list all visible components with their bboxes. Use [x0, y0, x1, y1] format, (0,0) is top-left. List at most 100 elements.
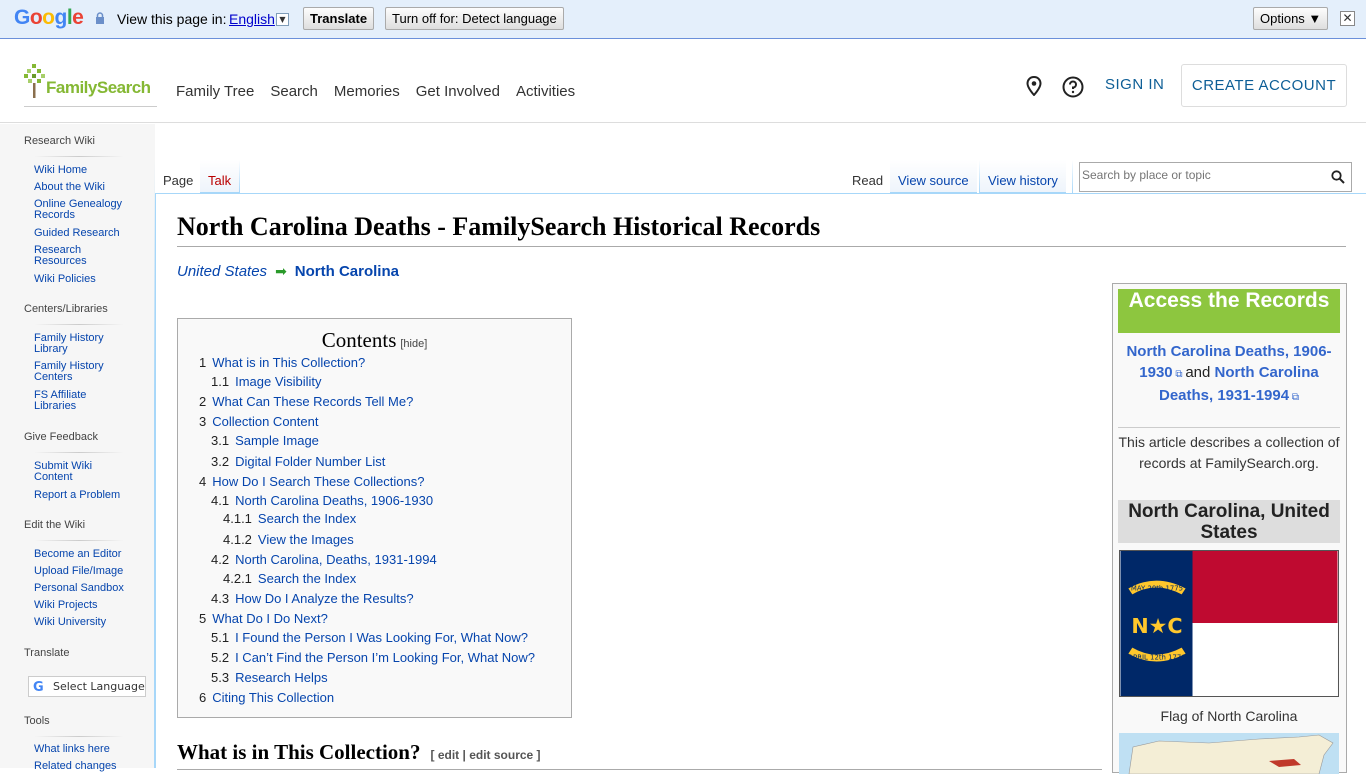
toc-label: I Found the Person I Was Looking For, Wh…: [235, 630, 528, 645]
toc-item[interactable]: 2 What Can These Records Tell Me?: [199, 394, 413, 409]
toc-label: How Do I Analyze the Results?: [235, 591, 414, 606]
location-pin-icon[interactable]: [1026, 76, 1042, 96]
toc-num: 5.1: [211, 630, 230, 645]
sidebar-item-fh-library[interactable]: Family History Library: [34, 333, 114, 355]
toc-title: Contents: [321, 328, 397, 352]
toc-item[interactable]: 6 Citing This Collection: [199, 690, 334, 705]
toc-item[interactable]: 4.2.1 Search the Index: [223, 571, 356, 586]
toc-label: Sample Image: [235, 433, 319, 448]
toc-label: What Can These Records Tell Me?: [212, 394, 414, 409]
flag-date-top: MAY 20th 1775: [1131, 584, 1183, 592]
main-nav: Family Tree Search Memories Get Involved Act…: [176, 83, 591, 100]
tab-separator: [239, 160, 240, 193]
sidebar-item-wiki-projects[interactable]: Wiki Projects: [34, 600, 146, 611]
divider: [34, 324, 124, 325]
sidebar-item-related-changes[interactable]: Related changes: [34, 761, 146, 772]
search-icon[interactable]: [1331, 170, 1345, 184]
tab-page[interactable]: Page: [155, 160, 202, 193]
toc-num: 3: [199, 414, 207, 429]
toc-item[interactable]: 4 How Do I Search These Collections?: [199, 474, 424, 489]
toc-hide-toggle[interactable]: [hide]: [400, 338, 427, 350]
toc-item[interactable]: 3 Collection Content: [199, 414, 318, 429]
toc-num: 3.1: [211, 433, 230, 448]
toc-heading: Contents [hide]: [178, 328, 571, 353]
toc-label: Research Helps: [235, 670, 328, 685]
sidebar-item-wiki-home[interactable]: Wiki Home: [34, 165, 146, 176]
toc-item[interactable]: 4.1.2 View the Images: [223, 532, 354, 547]
toc-item[interactable]: 4.2 North Carolina, Deaths, 1931-1994: [211, 552, 437, 567]
toc-item[interactable]: 5 What Do I Do Next?: [199, 611, 328, 626]
sidebar-item-about-wiki[interactable]: About the Wiki: [34, 182, 146, 193]
toc-num: 4.2.1: [223, 571, 252, 586]
sidebar-item-submit-content[interactable]: Submit Wiki Content: [34, 461, 114, 483]
select-language-dropdown[interactable]: G Select Language: [28, 676, 146, 697]
sidebar-item-affiliate-libraries[interactable]: FS Affiliate Libraries: [34, 390, 114, 412]
sidebar-item-wiki-university[interactable]: Wiki University: [34, 617, 146, 628]
breadcrumb-parent-link[interactable]: United States: [177, 263, 267, 280]
toc-num: 6: [199, 690, 207, 705]
toc-item[interactable]: 5.3 Research Helps: [211, 670, 328, 685]
section-edit-links[interactable]: [ edit | edit source ]: [431, 748, 541, 762]
nav-memories[interactable]: Memories: [334, 83, 400, 100]
help-icon[interactable]: [1062, 76, 1084, 98]
sidebar-item-fh-centers[interactable]: Family History Centers: [34, 361, 114, 383]
divider: [1118, 427, 1340, 428]
nav-search[interactable]: Search: [270, 83, 318, 100]
tab-view-source[interactable]: View source: [890, 160, 977, 193]
search-input[interactable]: [1082, 168, 1322, 182]
sidebar-item-personal-sandbox[interactable]: Personal Sandbox: [34, 583, 146, 594]
record-links: North Carolina Deaths, 1906-1930 ⧉ and N…: [1118, 341, 1340, 408]
toc-item[interactable]: 4.1.1 Search the Index: [223, 511, 356, 526]
toc-label: North Carolina, Deaths, 1931-1994: [235, 552, 437, 567]
toc-item[interactable]: 4.1 North Carolina Deaths, 1906-1930: [211, 493, 433, 508]
close-icon[interactable]: ✕: [1340, 11, 1355, 26]
nav-family-tree[interactable]: Family Tree: [176, 83, 254, 100]
sidebar-item-wiki-policies[interactable]: Wiki Policies: [34, 274, 146, 285]
flag-letters: N★C: [1131, 614, 1182, 638]
toc-item[interactable]: 1 What is in This Collection?: [199, 355, 365, 370]
toc-item[interactable]: 5.1 I Found the Person I Was Looking For,…: [211, 630, 528, 645]
toc-label: North Carolina Deaths, 1906-1930: [235, 493, 434, 508]
page-title: North Carolina Deaths - FamilySearch His…: [177, 212, 1346, 247]
toc-num: 4.1.1: [223, 511, 252, 526]
toc-item[interactable]: 3.1 Sample Image: [211, 433, 319, 448]
north-carolina-flag-image[interactable]: MAY 20th 1775 N★C APRIL 12th 1776: [1119, 550, 1339, 697]
nav-activities[interactable]: Activities: [516, 83, 575, 100]
toc-item[interactable]: 5.2 I Can’t Find the Person I’m Looking F…: [211, 650, 535, 665]
language-dropdown-icon[interactable]: ▼: [276, 13, 289, 26]
tab-talk[interactable]: Talk: [200, 160, 240, 193]
sign-in-link[interactable]: SIGN IN: [1105, 76, 1164, 93]
sidebar-item-guided-research[interactable]: Guided Research: [34, 228, 146, 239]
toc-item[interactable]: 1.1 Image Visibility: [211, 374, 322, 389]
google-logo: Google: [14, 6, 84, 29]
sidebar-item-report-problem[interactable]: Report a Problem: [34, 490, 146, 501]
translate-button[interactable]: Translate: [303, 7, 375, 30]
flag-date-bottom: APRIL 12th 1776: [1128, 654, 1185, 662]
turn-off-button[interactable]: Turn off for: Detect language: [385, 7, 564, 30]
sidebar-item-research-resources[interactable]: Research Resources: [34, 245, 104, 267]
sidebar-item-upload-file[interactable]: Upload File/Image: [34, 566, 146, 577]
sidebar-item-become-editor[interactable]: Become an Editor: [34, 549, 146, 560]
breadcrumb-current-link[interactable]: North Carolina: [295, 263, 399, 280]
language-link[interactable]: English: [229, 11, 275, 27]
toc-num: 3.2: [211, 454, 230, 469]
and-text: and: [1185, 364, 1211, 381]
sidebar-item-what-links-here[interactable]: What links here: [34, 744, 146, 755]
toc-label: Collection Content: [212, 414, 319, 429]
sidebar-item-online-genealogy[interactable]: Online Genealogy Records: [34, 199, 134, 221]
toc-item[interactable]: 4.3 How Do I Analyze the Results?: [211, 591, 414, 606]
toc-item[interactable]: 3.2 Digital Folder Number List: [211, 454, 385, 469]
create-account-button[interactable]: CREATE ACCOUNT: [1181, 64, 1347, 107]
site-header: FamilySearch Family Tree Search Memories Ge…: [0, 40, 1366, 123]
access-records-heading: Access the Records: [1118, 289, 1340, 333]
toc-label: Search the Index: [257, 571, 357, 586]
tab-view-history[interactable]: View history: [980, 160, 1066, 193]
toc-num: 2: [199, 394, 207, 409]
nav-get-involved[interactable]: Get Involved: [416, 83, 500, 100]
tab-read[interactable]: Read: [844, 160, 892, 193]
familysearch-logo[interactable]: FamilySearch: [24, 64, 157, 107]
arrow-right-icon: ➡: [275, 263, 287, 279]
toc-label: Citing This Collection: [212, 690, 335, 705]
options-button[interactable]: Options ▼: [1253, 7, 1329, 30]
toc-label: What is in This Collection?: [212, 355, 366, 370]
